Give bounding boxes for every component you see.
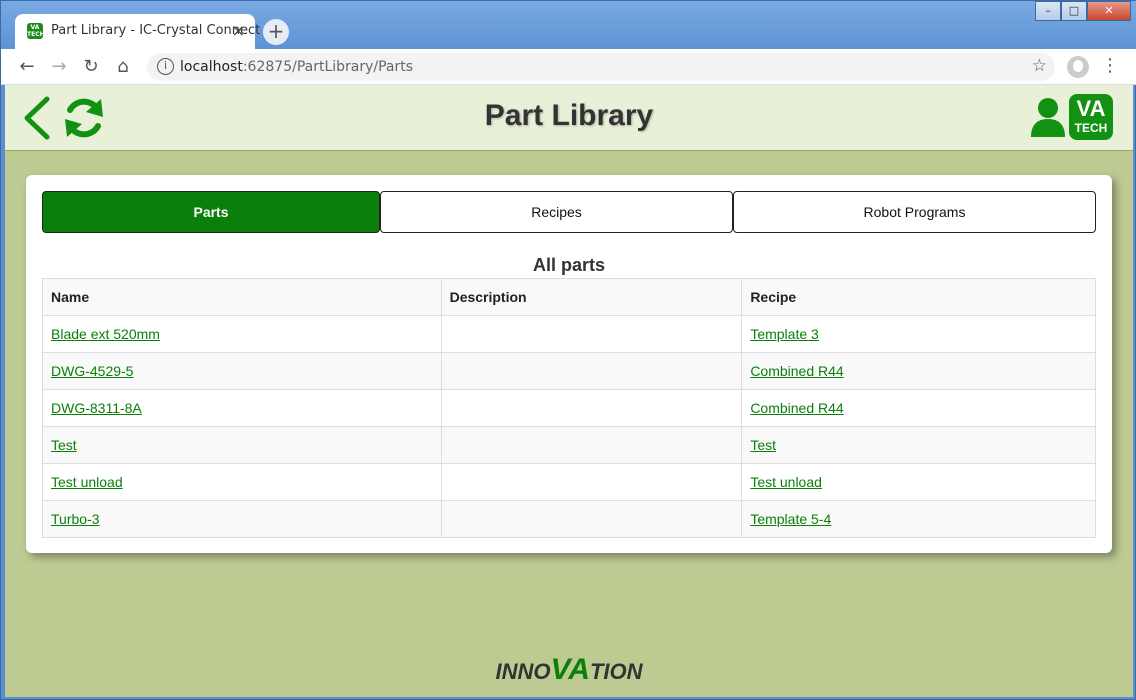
user-icon[interactable] bbox=[1029, 97, 1067, 137]
cell-description bbox=[440, 389, 743, 427]
brand-post: TION bbox=[589, 659, 643, 684]
favicon-icon: VA TECH bbox=[27, 23, 45, 39]
profile-avatar-icon[interactable] bbox=[1067, 56, 1089, 78]
brand-va: VA bbox=[550, 653, 590, 686]
recipe-link[interactable]: Test unload bbox=[750, 474, 822, 490]
table-row: DWG-8311-8A Combined R44 bbox=[42, 389, 1096, 427]
column-header-name: Name bbox=[42, 278, 442, 316]
recipe-link[interactable]: Template 3 bbox=[750, 326, 818, 342]
part-name-link[interactable]: Blade ext 520mm bbox=[51, 326, 160, 342]
url-path: :62875/PartLibrary/Parts bbox=[242, 59, 414, 75]
brand-pre: INNO bbox=[495, 659, 551, 684]
cell-name: Test unload bbox=[42, 463, 442, 501]
url-host: localhost bbox=[180, 59, 243, 75]
cell-description bbox=[440, 352, 743, 390]
cell-recipe: Test unload bbox=[741, 463, 1096, 501]
app-header: Part Library VA TECH bbox=[5, 85, 1133, 151]
table-row: DWG-4529-5 Combined R44 bbox=[42, 352, 1096, 390]
cell-name: DWG-8311-8A bbox=[42, 389, 442, 427]
home-icon[interactable]: ⌂ bbox=[111, 55, 135, 79]
recipe-link[interactable]: Combined R44 bbox=[750, 400, 843, 416]
recipe-link[interactable]: Combined R44 bbox=[750, 363, 843, 379]
section-title: All parts bbox=[532, 255, 606, 275]
vatech-logo: VA TECH bbox=[1069, 94, 1113, 140]
table-header-row: Name Description Recipe bbox=[42, 278, 1096, 316]
page-viewport: Part Library VA TECH Parts Recipes Robot… bbox=[5, 85, 1133, 697]
logo-top-text: VA bbox=[1076, 96, 1106, 121]
cell-description bbox=[440, 463, 743, 501]
menu-dots-icon[interactable]: ⋮ bbox=[1101, 55, 1119, 76]
cell-recipe: Test bbox=[741, 426, 1096, 464]
tab-bar: Parts Recipes Robot Programs bbox=[42, 191, 1096, 233]
cell-name: Turbo-3 bbox=[42, 500, 442, 538]
table-row: Test unload Test unload bbox=[42, 463, 1096, 501]
cell-recipe: Template 3 bbox=[741, 315, 1096, 353]
cell-name: Blade ext 520mm bbox=[42, 315, 442, 353]
maximize-button[interactable]: □ bbox=[1061, 1, 1087, 21]
table-row: Test Test bbox=[42, 426, 1096, 464]
browser-toolbar: ← → ↻ ⌂ i localhost:62875/PartLibrary/Pa… bbox=[1, 49, 1136, 85]
url-text[interactable]: localhost:62875/PartLibrary/Parts bbox=[180, 59, 413, 75]
reload-icon[interactable]: ↻ bbox=[79, 55, 103, 79]
part-name-link[interactable]: Turbo-3 bbox=[51, 511, 100, 527]
tab-parts[interactable]: Parts bbox=[42, 191, 380, 233]
cell-recipe: Combined R44 bbox=[741, 389, 1096, 427]
column-header-recipe: Recipe bbox=[741, 278, 1096, 316]
part-name-link[interactable]: DWG-8311-8A bbox=[51, 400, 142, 416]
title-bar: VA TECH Part Library - IC-Crystal Connec… bbox=[1, 1, 1136, 49]
recipe-link[interactable]: Test bbox=[750, 437, 776, 453]
cell-name: DWG-4529-5 bbox=[42, 352, 442, 390]
forward-arrow-icon[interactable]: → bbox=[47, 55, 71, 79]
table-row: Turbo-3 Template 5-4 bbox=[42, 500, 1096, 538]
recipe-link[interactable]: Template 5-4 bbox=[750, 511, 831, 527]
browser-tab[interactable]: VA TECH Part Library - IC-Crystal Connec… bbox=[15, 14, 260, 49]
part-name-link[interactable]: DWG-4529-5 bbox=[51, 363, 133, 379]
page-title: Part Library bbox=[484, 99, 654, 132]
column-header-description: Description bbox=[440, 278, 743, 316]
cell-recipe: Template 5-4 bbox=[741, 500, 1096, 538]
table-row: Blade ext 520mm Template 3 bbox=[42, 315, 1096, 353]
star-icon[interactable]: ☆ bbox=[1032, 56, 1047, 76]
cell-description bbox=[440, 426, 743, 464]
part-name-link[interactable]: Test bbox=[51, 437, 77, 453]
tab-close-icon[interactable]: × bbox=[232, 21, 245, 40]
new-tab-button[interactable]: + bbox=[263, 19, 289, 45]
cell-recipe: Combined R44 bbox=[741, 352, 1096, 390]
cell-description bbox=[440, 500, 743, 538]
close-window-button[interactable]: ✕ bbox=[1087, 1, 1131, 21]
window-controls: – □ ✕ bbox=[1035, 1, 1131, 21]
address-bar[interactable]: i localhost:62875/PartLibrary/Parts ☆ bbox=[147, 53, 1055, 81]
part-name-link[interactable]: Test unload bbox=[51, 474, 123, 490]
tab-title: Part Library - IC-Crystal Connect bbox=[51, 23, 261, 38]
cell-name: Test bbox=[42, 426, 442, 464]
info-icon[interactable]: i bbox=[157, 58, 174, 75]
footer-brand: INNOVATION bbox=[5, 653, 1133, 687]
back-arrow-icon[interactable]: ← bbox=[15, 55, 39, 79]
cell-description bbox=[440, 315, 743, 353]
parts-table: Name Description Recipe Blade ext 520mm … bbox=[42, 278, 1096, 538]
minimize-button[interactable]: – bbox=[1035, 1, 1061, 21]
tab-recipes[interactable]: Recipes bbox=[380, 191, 733, 233]
parts-card: Parts Recipes Robot Programs All parts N… bbox=[26, 175, 1112, 553]
browser-window: VA TECH Part Library - IC-Crystal Connec… bbox=[0, 0, 1136, 700]
logo-bottom-text: TECH bbox=[1074, 121, 1108, 135]
tab-robot-programs[interactable]: Robot Programs bbox=[733, 191, 1096, 233]
